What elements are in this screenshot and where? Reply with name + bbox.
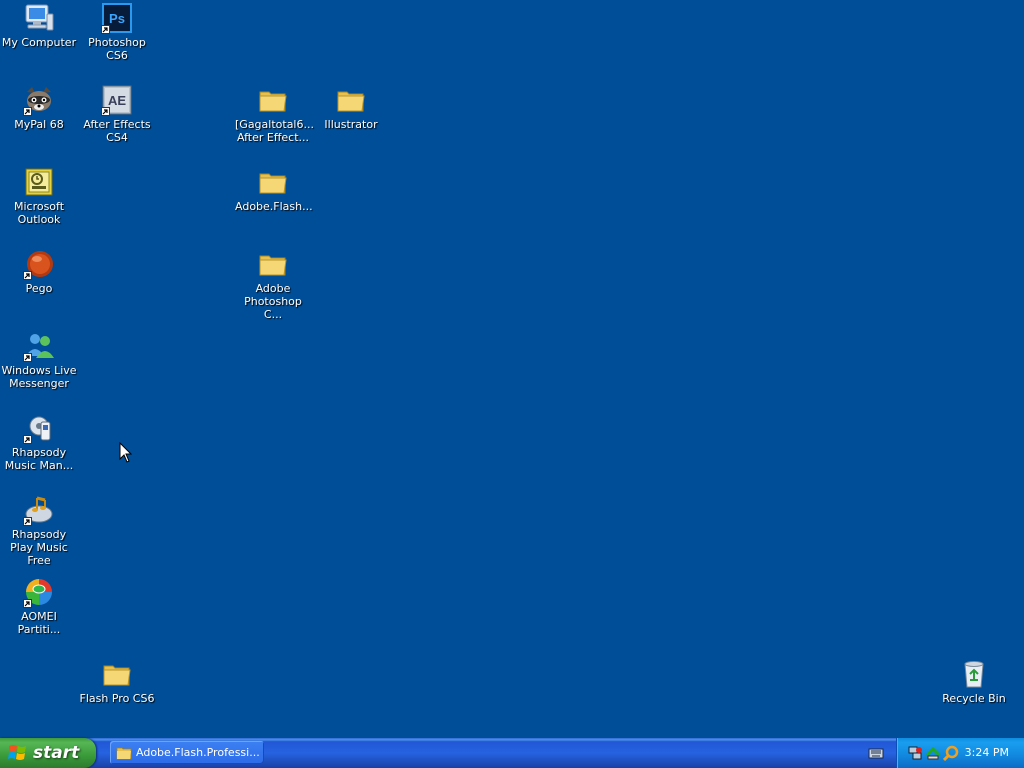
icon-label: Photoshop CS6 (88, 36, 146, 62)
icon-label: Pego (25, 282, 53, 295)
folder-icon (101, 658, 133, 690)
icon-label: Adobe.Flash... (235, 200, 313, 213)
folder-icon (257, 84, 289, 116)
desktop-icon-adobe-photoshop-folder[interactable]: Adobe Photoshop C... (234, 248, 312, 321)
folder-icon (257, 248, 289, 280)
desktop-icon-flash-pro-cs6-folder[interactable]: Flash Pro CS6 (78, 658, 156, 705)
aomei-icon (23, 576, 55, 608)
messenger-icon (23, 330, 55, 362)
music-note-icon (23, 494, 55, 526)
shortcut-arrow-icon (23, 353, 32, 362)
desktop[interactable]: My Computer MyPal 68 Microsoft Outlook P… (0, 0, 1024, 738)
raccoon-icon (23, 84, 55, 116)
icon-label: After Effects CS4 (83, 118, 151, 144)
icon-label: Recycle Bin (942, 692, 1006, 705)
shortcut-arrow-icon (23, 435, 32, 444)
clock[interactable]: 3:24 PM (965, 746, 1009, 759)
desktop-icon-outlook[interactable]: Microsoft Outlook (0, 166, 78, 226)
icon-label: Windows Live Messenger (1, 364, 77, 390)
shortcut-arrow-icon (23, 599, 32, 608)
start-label: start (33, 743, 80, 763)
safely-remove-hardware-icon[interactable] (925, 745, 941, 761)
desktop-icon-aomei[interactable]: AOMEI Partiti... (0, 576, 78, 636)
icon-label: Rhapsody Music Man... (4, 446, 74, 472)
desktop-icon-rhapsody-play[interactable]: Rhapsody Play Music Free (0, 494, 78, 567)
desktop-icon-gagaltotal-folder[interactable]: [Gagaltotal6... After Effect... (234, 84, 314, 144)
search-icon[interactable] (943, 745, 959, 761)
icon-label: My Computer (1, 36, 77, 49)
desktop-icon-photoshop-cs6[interactable]: Ps Photoshop CS6 (78, 2, 156, 62)
recycle-bin-icon (958, 658, 990, 690)
folder-icon (335, 84, 367, 116)
computer-icon (23, 2, 55, 34)
desktop-icon-windows-live-messenger[interactable]: Windows Live Messenger (0, 330, 78, 390)
mouse-cursor-icon (119, 442, 132, 463)
icon-label: MyPal 68 (14, 118, 64, 131)
shortcut-arrow-icon (101, 25, 110, 34)
keyboard-icon[interactable] (868, 746, 884, 760)
icon-label: Adobe Photoshop C... (244, 282, 302, 321)
shortcut-arrow-icon (23, 517, 32, 526)
system-tray: 3:24 PM (896, 738, 1024, 768)
icon-label: Illustrator (324, 118, 378, 131)
icon-label: Flash Pro CS6 (79, 692, 155, 705)
folder-icon (116, 747, 132, 759)
svg-text:Ps: Ps (109, 11, 125, 26)
desktop-icon-illustrator-folder[interactable]: Illustrator (312, 84, 390, 131)
network-icon[interactable] (907, 745, 923, 761)
icon-label: Rhapsody Play Music Free (10, 528, 68, 567)
taskbar-item-adobe-flash[interactable]: Adobe.Flash.Professi... (110, 741, 264, 764)
shortcut-arrow-icon (23, 107, 32, 116)
taskbar-item-label: Adobe.Flash.Professi... (136, 746, 260, 759)
desktop-icon-adobe-flash-folder[interactable]: Adobe.Flash... (234, 166, 313, 213)
pego-icon (23, 248, 55, 280)
shortcut-arrow-icon (101, 107, 110, 116)
desktop-icon-rhapsody-music-manager[interactable]: Rhapsody Music Man... (0, 412, 78, 472)
folder-icon (257, 166, 289, 198)
rhapsody-icon (23, 412, 55, 444)
start-button[interactable]: start (0, 738, 96, 768)
icon-label: [Gagaltotal6... After Effect... (235, 118, 314, 144)
desktop-icon-recycle-bin[interactable]: Recycle Bin (935, 658, 1013, 705)
icon-label: AOMEI Partiti... (17, 610, 61, 636)
photoshop-icon: Ps (101, 2, 133, 34)
after-effects-icon: AE (101, 84, 133, 116)
svg-text:AE: AE (108, 93, 126, 108)
windows-logo-icon (8, 745, 26, 760)
desktop-icon-after-effects-cs4[interactable]: AE After Effects CS4 (78, 84, 156, 144)
desktop-icon-pego[interactable]: Pego (0, 248, 78, 295)
shortcut-arrow-icon (23, 271, 32, 280)
outlook-icon (23, 166, 55, 198)
icon-label: Microsoft Outlook (13, 200, 65, 226)
desktop-icon-my-computer[interactable]: My Computer (0, 2, 78, 49)
desktop-icon-mypal[interactable]: MyPal 68 (0, 84, 78, 131)
taskbar: start Adobe.Flash.Professi... 3:24 PM (0, 738, 1024, 768)
